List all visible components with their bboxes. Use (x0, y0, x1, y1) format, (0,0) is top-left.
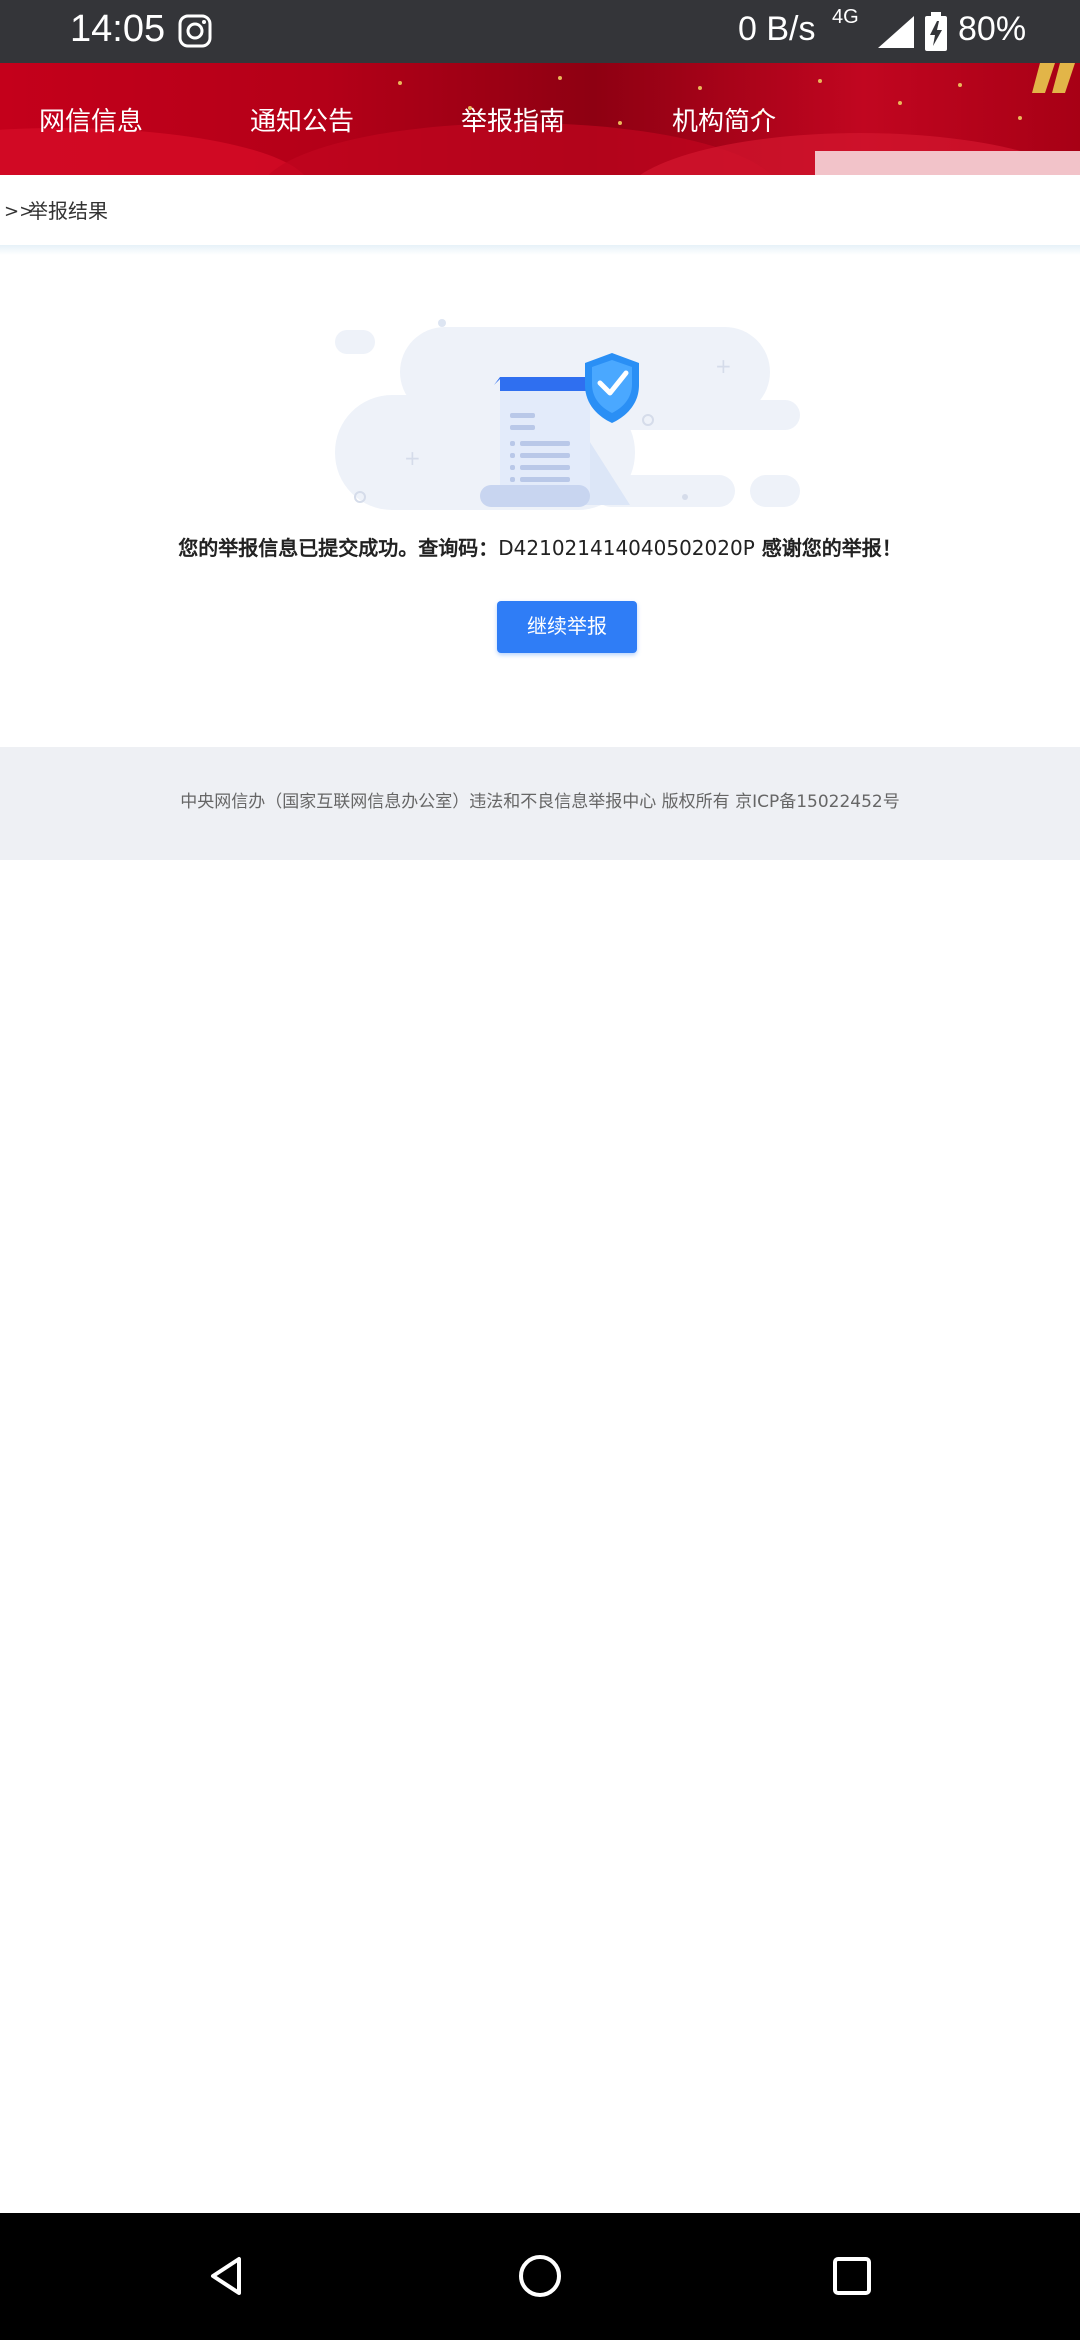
footer-copyright: 中央网信办（国家互联网信息办公室）违法和不良信息举报中心 版权所有 京ICP备1… (180, 792, 900, 812)
nav-item-notices[interactable]: 通知公告 (250, 101, 354, 138)
home-icon[interactable] (515, 2251, 565, 2301)
header-accent-tab (815, 151, 1080, 175)
divider (0, 245, 1080, 255)
header-nav: 网信信息 通知公告 举报指南 机构简介 (0, 63, 1080, 175)
nav-item-guide[interactable]: 举报指南 (461, 101, 565, 138)
success-illustration: + + (335, 319, 800, 510)
back-icon[interactable] (203, 2251, 253, 2301)
status-bar: 14:05 0 B/s 4G 80% (0, 0, 1080, 63)
result-message-prefix: 您的举报信息已提交成功。查询码： (178, 536, 499, 560)
breadcrumb-current: 举报结果 (28, 199, 108, 223)
footer: 中央网信办（国家互联网信息办公室）违法和不良信息举报中心 版权所有 京ICP备1… (0, 747, 1080, 860)
result-message-suffix: 感谢您的举报！ (761, 536, 902, 560)
continue-report-button[interactable]: 继续举报 (497, 601, 637, 653)
battery-percent: 80% (958, 10, 1027, 48)
status-time: 14:05 (70, 8, 166, 50)
signal-icon (878, 16, 914, 48)
query-code: D421021414040502020P (498, 536, 755, 560)
instagram-icon (178, 14, 212, 48)
recents-icon[interactable] (827, 2251, 877, 2301)
svg-text:+: + (404, 446, 421, 470)
breadcrumb: >> 举报结果 (0, 175, 1080, 245)
battery-icon (925, 12, 947, 51)
nav-item-info[interactable]: 网信信息 (39, 101, 143, 138)
system-nav-bar (0, 2213, 1080, 2340)
network-type: 4G (832, 6, 859, 28)
nav-item-about[interactable]: 机构简介 (672, 101, 776, 138)
net-speed: 0 B/s (738, 10, 816, 48)
result-message: 您的举报信息已提交成功。查询码：D421021414040502020P 感谢您… (0, 532, 1080, 561)
svg-text:+: + (715, 354, 732, 378)
